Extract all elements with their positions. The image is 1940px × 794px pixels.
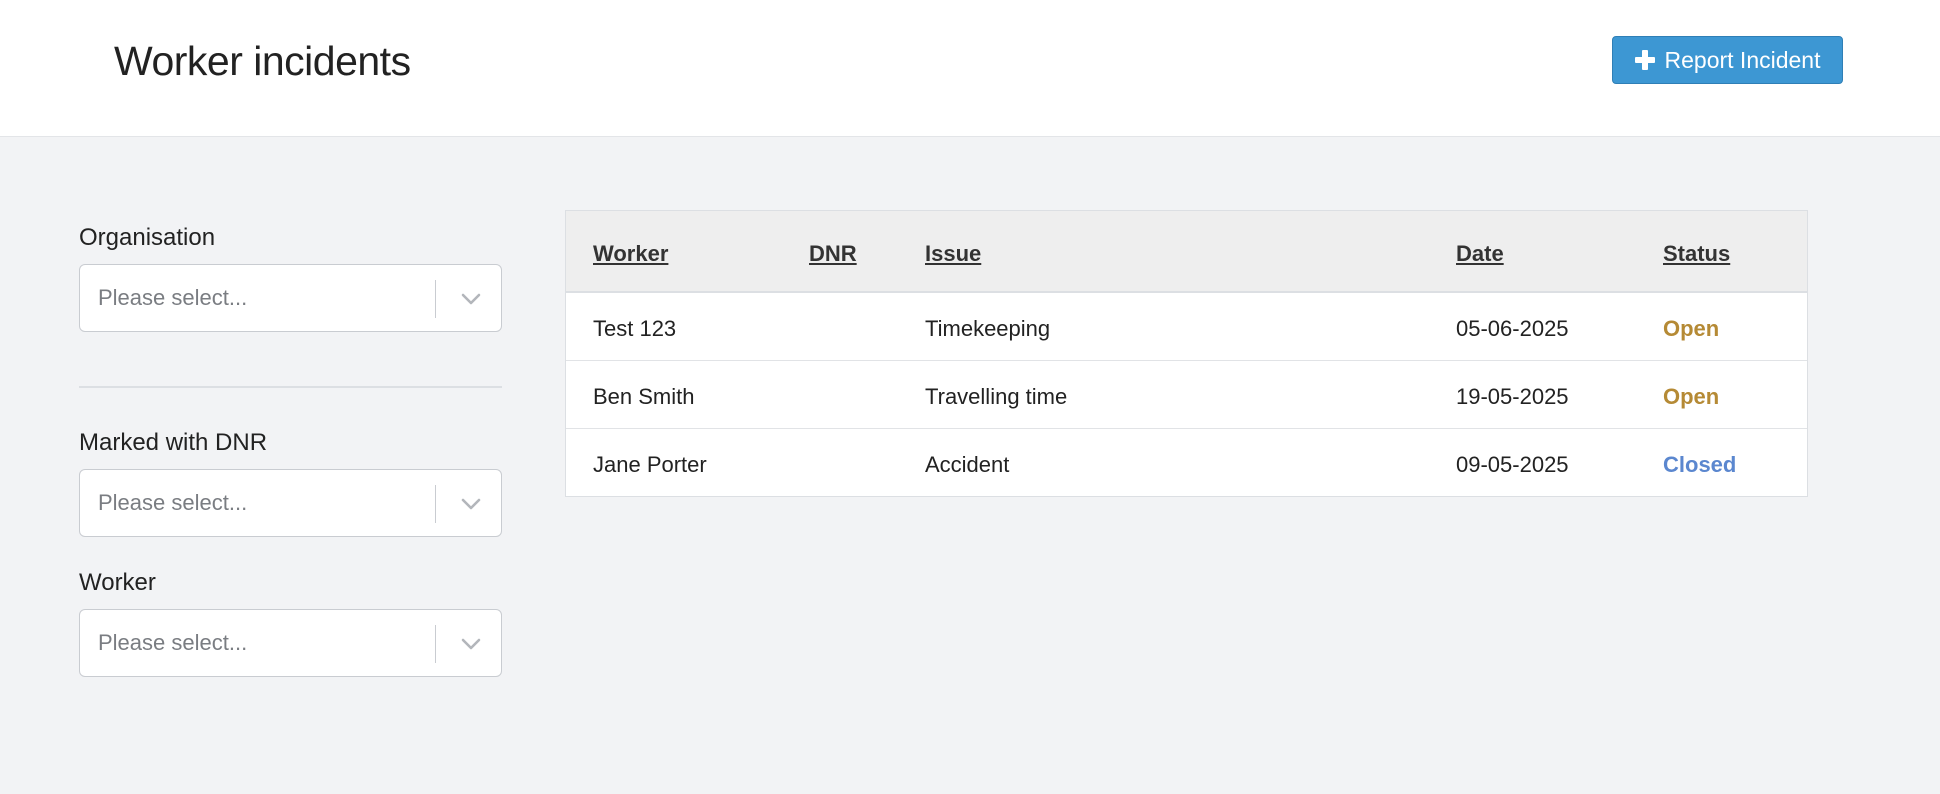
cell-issue: Accident bbox=[925, 452, 1010, 477]
status-badge: Closed bbox=[1663, 452, 1737, 477]
table-row[interactable]: Ben Smith Travelling time 19-05-2025 Ope… bbox=[566, 362, 1807, 429]
cell-issue: Timekeeping bbox=[925, 316, 1051, 341]
column-header-worker[interactable]: Worker bbox=[593, 241, 668, 267]
status-badge: Open bbox=[1663, 384, 1720, 409]
page-header: Worker incidents Report Incident bbox=[0, 0, 1940, 137]
column-header-issue[interactable]: Issue bbox=[925, 241, 981, 267]
chevron-down-icon[interactable] bbox=[459, 492, 483, 516]
table-row[interactable]: Test 123 Timekeeping 05-06-2025 Open bbox=[566, 294, 1807, 361]
dnr-placeholder: Please select... bbox=[98, 490, 248, 515]
page-title: Worker incidents bbox=[114, 38, 411, 84]
organisation-placeholder: Please select... bbox=[98, 285, 248, 310]
column-header-date[interactable]: Date bbox=[1456, 241, 1504, 267]
dnr-select[interactable]: Please select... bbox=[79, 469, 502, 537]
worker-select[interactable]: Please select... bbox=[79, 609, 502, 677]
cell-date: 05-06-2025 bbox=[1456, 316, 1569, 341]
incidents-table: Worker DNR Issue Date Status Test 123 Ti… bbox=[565, 210, 1808, 497]
cell-worker: Jane Porter bbox=[593, 452, 707, 477]
select-separator bbox=[435, 625, 436, 663]
table-header: Worker DNR Issue Date Status bbox=[566, 211, 1807, 293]
chevron-down-icon[interactable] bbox=[459, 632, 483, 656]
report-incident-button[interactable]: Report Incident bbox=[1612, 36, 1843, 84]
worker-label: Worker bbox=[79, 569, 156, 596]
plus-icon bbox=[1634, 50, 1655, 70]
organisation-label: Organisation bbox=[79, 224, 216, 251]
select-separator bbox=[435, 485, 436, 523]
status-badge: Open bbox=[1663, 316, 1720, 341]
cell-date: 19-05-2025 bbox=[1456, 384, 1569, 409]
cell-worker: Ben Smith bbox=[593, 384, 695, 409]
dnr-label: Marked with DNR bbox=[79, 429, 268, 456]
cell-date: 09-05-2025 bbox=[1456, 452, 1569, 477]
column-header-status[interactable]: Status bbox=[1663, 241, 1730, 267]
chevron-down-icon[interactable] bbox=[459, 287, 483, 311]
table-row[interactable]: Jane Porter Accident 09-05-2025 Closed bbox=[566, 430, 1807, 497]
organisation-select[interactable]: Please select... bbox=[79, 264, 502, 332]
column-header-dnr[interactable]: DNR bbox=[809, 241, 857, 267]
filter-divider bbox=[79, 386, 502, 388]
report-incident-label: Report Incident bbox=[1664, 46, 1821, 73]
select-separator bbox=[435, 280, 436, 318]
cell-issue: Travelling time bbox=[925, 384, 1068, 409]
cell-worker: Test 123 bbox=[593, 316, 677, 341]
worker-placeholder: Please select... bbox=[98, 630, 248, 655]
